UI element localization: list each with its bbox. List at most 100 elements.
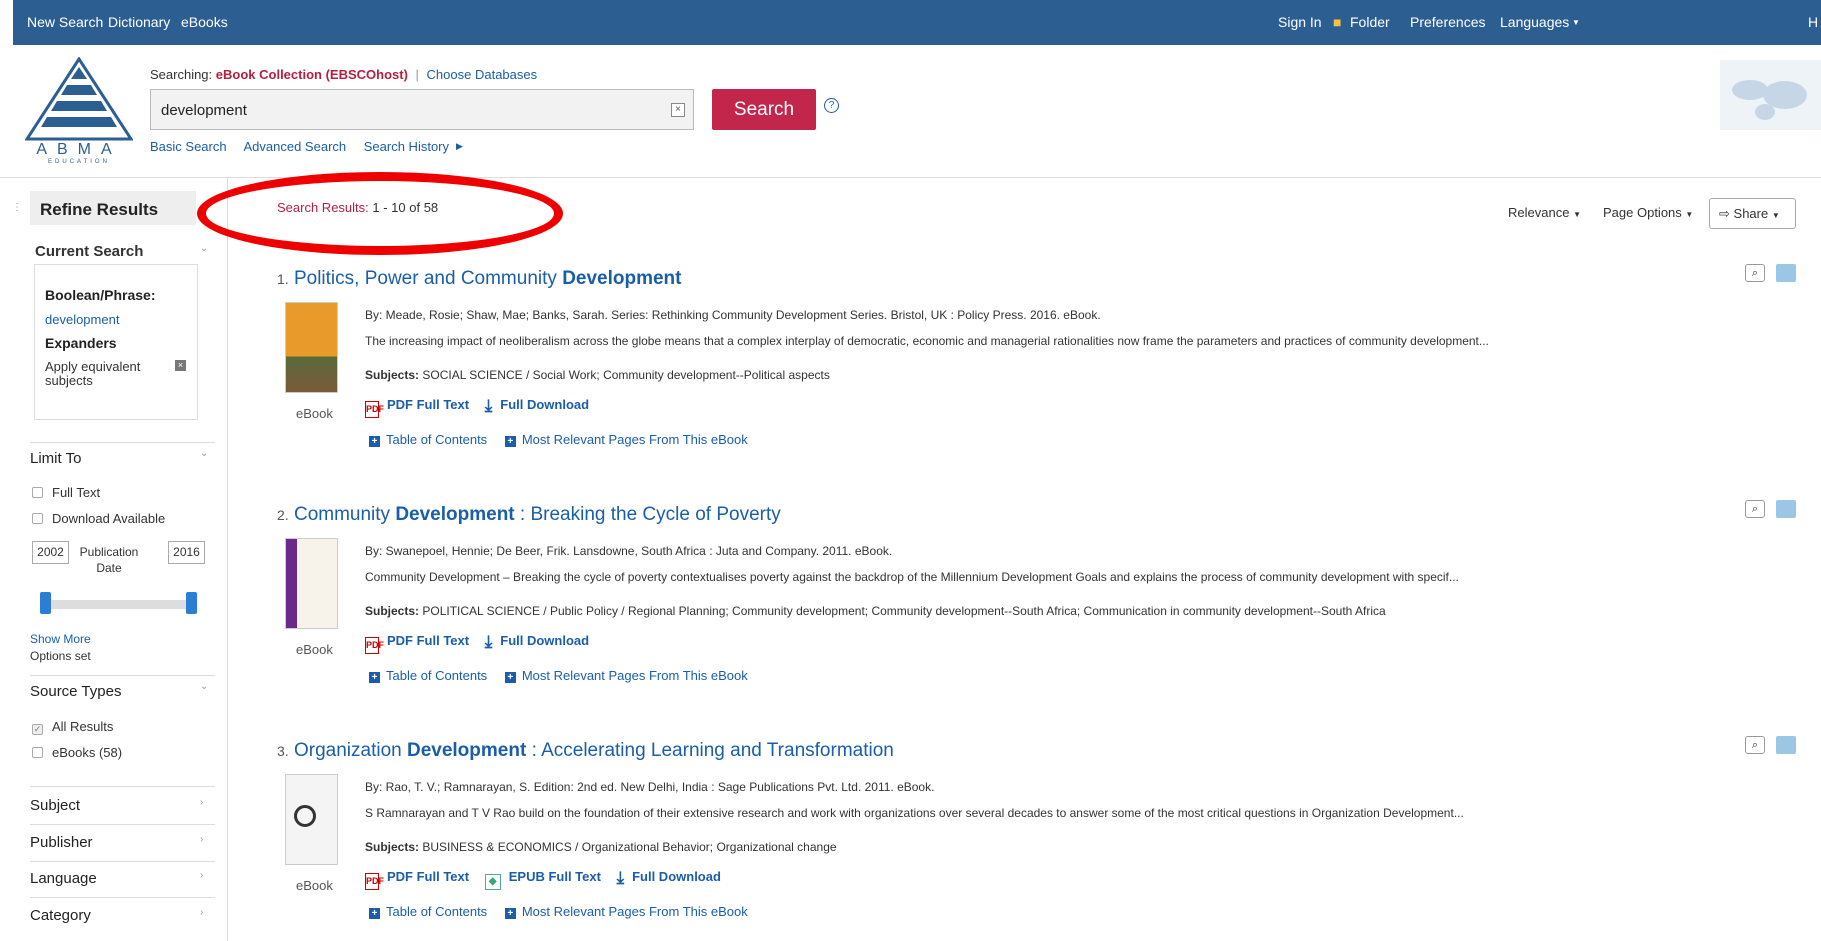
relevance-dropdown[interactable]: Relevance ▼ [1508, 205, 1581, 220]
fulltext-links: PDF PDF Full Text ⤓ Full Download [365, 632, 589, 654]
chevron-right-icon[interactable]: › [200, 834, 203, 845]
page-options-dropdown[interactable]: Page Options ▼ [1603, 205, 1693, 220]
slider-handle-max[interactable] [186, 592, 197, 614]
nav-languages[interactable]: Languages [1500, 14, 1569, 30]
nav-help[interactable]: H [1808, 14, 1818, 30]
download-available-checkbox[interactable]: Download Available [32, 511, 165, 526]
top-navigation-bar: New Search Dictionary eBooks Sign In ■ F… [13, 0, 1821, 45]
search-input[interactable] [161, 99, 641, 121]
search-history-link[interactable]: Search History [364, 139, 449, 154]
pdf-full-text-link[interactable]: PDF Full Text [387, 869, 469, 884]
result-abstract: Community Development – Breaking the cyc… [365, 570, 1459, 584]
preview-icon[interactable]: ⌕ [1745, 500, 1765, 518]
nav-new-search[interactable]: New Search [27, 14, 103, 30]
limit-to-heading[interactable]: Limit To [30, 450, 81, 467]
book-cover-thumbnail[interactable] [285, 538, 338, 629]
publication-type: eBook [296, 878, 333, 893]
basic-search-link[interactable]: Basic Search [150, 139, 227, 154]
epub-full-text-link[interactable]: EPUB Full Text [509, 869, 601, 884]
chevron-down-icon[interactable]: ⌄ [200, 448, 208, 459]
table-of-contents-link[interactable]: Table of Contents [386, 904, 487, 919]
most-relevant-pages-link[interactable]: Most Relevant Pages From This eBook [522, 432, 748, 447]
show-more-link[interactable]: Show More [30, 632, 91, 646]
clear-icon[interactable]: × [671, 103, 685, 117]
category-facet[interactable]: Category [30, 907, 91, 924]
searching-label: Searching: [150, 67, 213, 82]
year-from-input[interactable]: 2002 [32, 541, 69, 564]
publisher-facet[interactable]: Publisher [30, 834, 93, 851]
search-button[interactable]: Search [712, 89, 816, 130]
result-subjects: Subjects: BUSINESS & ECONOMICS / Organiz… [365, 840, 837, 854]
preview-icon[interactable]: ⌕ [1745, 264, 1765, 282]
result-title[interactable]: 2. Community Development : Breaking the … [277, 504, 781, 526]
nav-preferences[interactable]: Preferences [1410, 14, 1485, 30]
chevron-right-icon[interactable]: › [200, 907, 203, 918]
chevron-right-icon[interactable]: › [200, 797, 203, 808]
help-icon[interactable]: ? [824, 98, 839, 113]
expander-item: Apply equivalent subjects [45, 359, 141, 388]
nav-sign-in[interactable]: Sign In [1278, 14, 1322, 30]
expand-icon[interactable]: + [369, 436, 380, 447]
toc-links: + Table of Contents + Most Relevant Pages … [369, 904, 748, 919]
expand-icon[interactable]: + [504, 436, 516, 447]
slider-handle-min[interactable] [40, 592, 51, 614]
date-slider-track[interactable] [44, 600, 194, 609]
boolean-phrase-value[interactable]: development [45, 312, 119, 327]
year-to-input[interactable]: 2016 [168, 541, 205, 564]
caret-right-icon: ▶ [456, 141, 463, 151]
add-to-folder-icon[interactable] [1776, 736, 1797, 754]
result-byline: By: Rao, T. V.; Ramnarayan, S. Edition: … [365, 780, 935, 794]
chevron-right-icon[interactable]: › [200, 870, 203, 881]
logo-subtext: EDUCATION [48, 159, 110, 165]
full-download-link[interactable]: Full Download [632, 869, 721, 884]
full-download-link[interactable]: Full Download [500, 633, 589, 648]
choose-databases-link[interactable]: Choose Databases [427, 67, 538, 82]
add-to-folder-icon[interactable] [1776, 264, 1797, 282]
expand-icon[interactable]: + [504, 908, 516, 919]
most-relevant-pages-link[interactable]: Most Relevant Pages From This eBook [522, 668, 748, 683]
world-map-banner [1720, 60, 1821, 130]
expanders-label: Expanders [45, 335, 117, 351]
full-download-link[interactable]: Full Download [500, 397, 589, 412]
collapse-handle-icon[interactable]: ⋮ [12, 202, 22, 213]
language-facet[interactable]: Language [30, 870, 97, 887]
caret-down-icon: ▼ [1572, 18, 1580, 27]
advanced-search-link[interactable]: Advanced Search [244, 139, 347, 154]
current-search-heading[interactable]: Current Search [35, 243, 143, 260]
preview-icon[interactable]: ⌕ [1745, 736, 1765, 754]
expand-icon[interactable]: + [369, 672, 380, 683]
result-title[interactable]: 3. Organization Development : Accelerati… [277, 740, 894, 762]
chevron-down-icon[interactable]: ⌄ [200, 681, 208, 692]
remove-expander-icon[interactable]: × [175, 360, 186, 371]
add-to-folder-icon[interactable] [1776, 500, 1797, 518]
toc-links: + Table of Contents + Most Relevant Pages … [369, 432, 748, 447]
book-cover-thumbnail[interactable] [285, 302, 338, 393]
publication-type: eBook [296, 406, 333, 421]
full-text-checkbox[interactable]: Full Text [32, 485, 100, 500]
book-cover-thumbnail[interactable] [285, 774, 338, 865]
publication-date-label: Publication Date [79, 545, 139, 575]
subject-facet[interactable]: Subject [30, 797, 80, 814]
chevron-down-icon[interactable]: ⌄ [200, 243, 208, 254]
options-set-label: Options set [30, 649, 91, 663]
source-types-heading[interactable]: Source Types [30, 683, 121, 700]
result-title[interactable]: 1. Politics, Power and Community Develop… [277, 268, 682, 290]
abma-logo[interactable]: ABMA EDUCATION [24, 56, 134, 167]
nav-ebooks[interactable]: eBooks [181, 14, 228, 30]
share-button[interactable]: ⇨ Share ▼ [1709, 198, 1796, 229]
expand-icon[interactable]: + [369, 908, 380, 919]
pdf-full-text-link[interactable]: PDF Full Text [387, 633, 469, 648]
download-icon: ⤓ [484, 396, 493, 415]
nav-folder[interactable]: Folder [1350, 14, 1390, 30]
table-of-contents-link[interactable]: Table of Contents [386, 432, 487, 447]
table-of-contents-link[interactable]: Table of Contents [386, 668, 487, 683]
all-results-checkbox[interactable]: ✓ All Results [32, 719, 113, 735]
share-icon: ⇨ [1719, 206, 1730, 221]
pdf-full-text-link[interactable]: PDF Full Text [387, 397, 469, 412]
fulltext-links: PDF PDF Full Text ◆ EPUB Full Text ⤓ Full D… [365, 868, 721, 890]
most-relevant-pages-link[interactable]: Most Relevant Pages From This eBook [522, 904, 748, 919]
nav-dictionary[interactable]: Dictionary [108, 14, 170, 30]
result-item: 2. Community Development : Breaking the … [277, 500, 1807, 704]
expand-icon[interactable]: + [504, 672, 516, 683]
ebooks-checkbox[interactable]: eBooks (58) [32, 745, 122, 760]
